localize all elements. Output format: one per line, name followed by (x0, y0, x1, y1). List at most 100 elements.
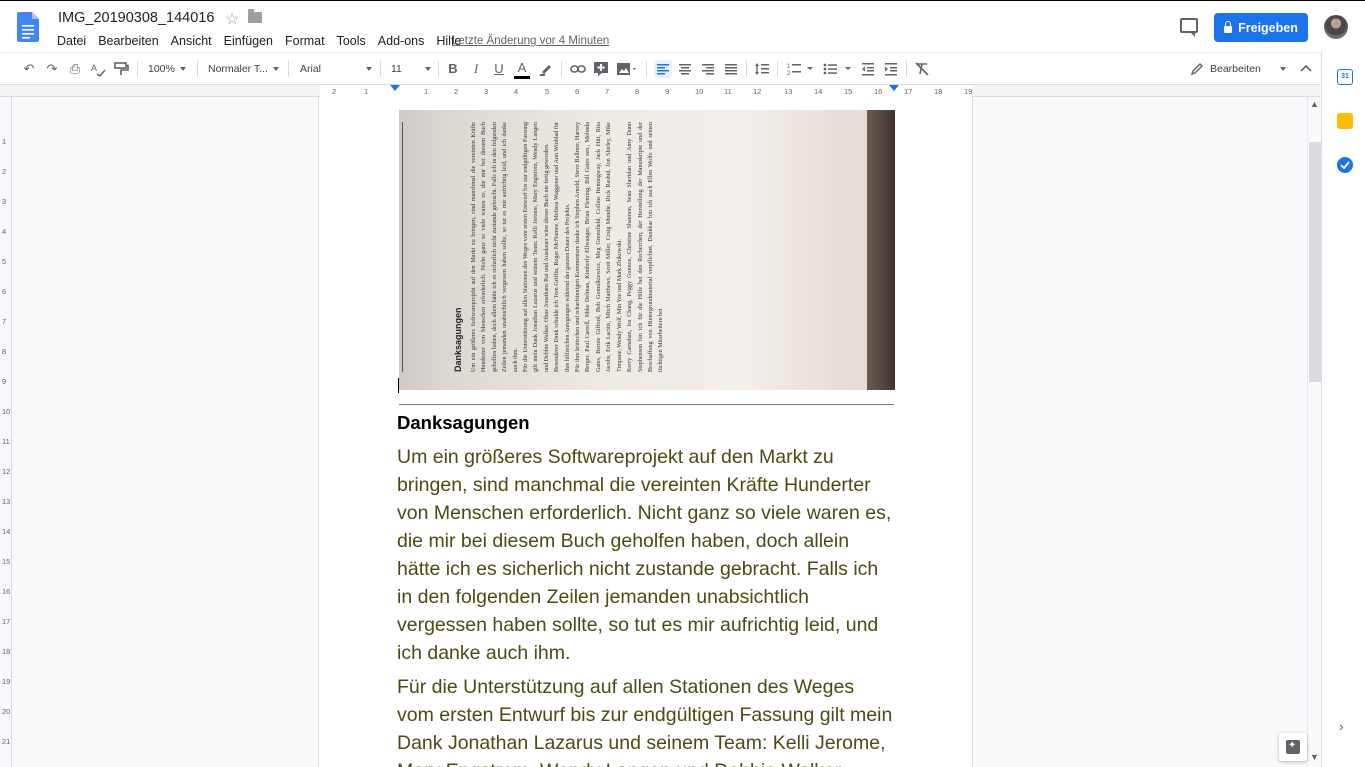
doc-paragraph[interactable]: Um ein größeres Softwareprojekt auf den … (397, 443, 895, 667)
ruler-tick: 10 (2, 407, 11, 416)
comment-icon[interactable] (1180, 18, 1198, 37)
menu-datei[interactable]: Datei (57, 34, 86, 48)
spellcheck-icon[interactable]: A (90, 61, 106, 77)
ruler-tick: 1 (2, 137, 7, 146)
menu-tools[interactable]: Tools (337, 34, 366, 48)
scanned-page-image[interactable]: Danksagungen Um ein größeres Softwarepro… (399, 110, 895, 390)
scan-paragraph: Für die Unterstützung auf allen Statione… (523, 122, 550, 372)
vertical-ruler[interactable]: 1 2 3 4 5 6 7 8 9 10 11 12 13 14 15 16 1… (0, 97, 12, 767)
chevron-down-icon (425, 67, 431, 71)
calendar-icon[interactable]: 31 (1337, 69, 1353, 85)
document-canvas: Danksagungen Um ein größeres Softwarepro… (12, 97, 1307, 767)
link-icon[interactable] (570, 61, 586, 77)
zoom-value: 100% (148, 63, 175, 75)
toolbar-divider (777, 61, 778, 77)
scrollbar-thumb[interactable] (1309, 142, 1321, 382)
bold-icon[interactable]: B (445, 61, 461, 77)
indent-marker[interactable] (390, 85, 400, 91)
ruler-tick: 7 (2, 317, 7, 326)
folder-icon[interactable] (248, 9, 262, 23)
ruler-tick: 18 (934, 87, 943, 96)
font-size-value: 11 (391, 63, 402, 75)
docs-icon[interactable] (17, 12, 39, 42)
ruler-tick: 6 (575, 87, 580, 96)
ruler-tick: 3 (484, 87, 489, 96)
chevron-up-icon[interactable] (1298, 61, 1314, 77)
line-spacing-icon[interactable] (754, 61, 770, 77)
toolbar-divider (438, 61, 439, 77)
decrease-indent-icon[interactable] (860, 61, 876, 77)
text-color-icon[interactable]: A (514, 61, 530, 79)
menu-ansicht[interactable]: Ansicht (171, 34, 212, 48)
ruler-tick: 14 (814, 87, 823, 96)
paint-format-icon[interactable] (113, 61, 129, 77)
ruler-tick: 17 (904, 87, 913, 96)
ruler-tick: 9 (665, 87, 670, 96)
add-comment-icon[interactable] (593, 61, 609, 77)
doc-body[interactable]: Um ein größeres Softwareprojekt auf den … (397, 443, 895, 767)
bulleted-list-icon[interactable] (822, 61, 852, 77)
document-title[interactable]: IMG_20190308_144016 (58, 10, 214, 26)
vertical-scrollbar[interactable]: ▲ ▼ (1307, 97, 1321, 767)
pencil-icon (1190, 63, 1203, 76)
numbered-list-icon[interactable]: 12 (786, 61, 816, 77)
share-button[interactable]: Freigeben (1214, 13, 1308, 42)
align-right-icon[interactable] (700, 61, 716, 77)
scan-border (402, 122, 403, 372)
mode-select[interactable]: Bearbeiten (1190, 53, 1286, 85)
scroll-down-icon[interactable]: ▼ (1310, 752, 1319, 762)
right-indent-marker[interactable] (889, 85, 899, 91)
avatar[interactable] (1324, 15, 1348, 39)
justify-icon[interactable] (723, 61, 739, 77)
scan-paragraph: Kerry Carnahan, Ira Chang, Peggy Gunnoe,… (627, 122, 665, 372)
ruler-tick: 17 (2, 617, 11, 626)
last-edit-link[interactable]: Letzte Änderung vor 4 Minuten (452, 35, 609, 47)
ruler-tick: 16 (874, 87, 883, 96)
print-icon[interactable]: ⎙ (67, 61, 83, 77)
font-select[interactable]: Arial (300, 53, 372, 85)
side-panel: 31 (1321, 52, 1365, 767)
clear-formatting-icon[interactable] (914, 61, 930, 77)
align-center-icon[interactable] (677, 61, 693, 77)
text-cursor (398, 378, 399, 393)
highlight-icon[interactable] (538, 61, 554, 77)
underline-icon[interactable]: U (491, 61, 507, 77)
document-page[interactable]: Danksagungen Um ein größeres Softwarepro… (318, 97, 973, 767)
horizontal-ruler[interactable]: 2 1 1 2 3 4 5 6 7 8 9 10 11 12 13 14 15 … (0, 85, 1320, 97)
menu-bearbeiten[interactable]: Bearbeiten (98, 34, 158, 48)
svg-text:A: A (91, 63, 97, 73)
scan-dark-edge (867, 110, 895, 390)
align-left-icon[interactable] (654, 60, 672, 78)
menu-format[interactable]: Format (285, 34, 325, 48)
menu-addons[interactable]: Add-ons (378, 34, 425, 48)
ruler-tick: 21 (2, 737, 11, 746)
zoom-select[interactable]: 100% (148, 53, 186, 85)
ruler-tick: 12 (753, 87, 762, 96)
increase-indent-icon[interactable] (883, 61, 899, 77)
doc-heading[interactable]: Danksagungen (397, 412, 530, 434)
ruler-tick: 14 (2, 527, 11, 536)
ruler-tick: 2 (332, 87, 337, 96)
tasks-icon[interactable] (1337, 157, 1353, 173)
ruler-tick: 1 (424, 87, 429, 96)
insert-image-icon[interactable] (616, 61, 640, 77)
ruler-tick: 11 (2, 437, 10, 446)
ruler-tick: 6 (2, 287, 7, 296)
scan-rotated-text: Danksagungen Um ein größeres Softwarepro… (453, 122, 667, 372)
ruler-tick: 7 (605, 87, 610, 96)
ruler-tick: 2 (2, 167, 7, 176)
doc-paragraph[interactable]: Für die Unterstützung auf allen Statione… (397, 673, 895, 767)
font-value: Arial (300, 63, 322, 75)
explore-icon[interactable] (1279, 733, 1307, 761)
chevron-right-icon[interactable]: › (1339, 718, 1344, 734)
redo-icon[interactable]: ↷ (44, 61, 60, 77)
style-select[interactable]: Normaler T... (208, 53, 279, 85)
undo-icon[interactable]: ↶ (21, 61, 37, 77)
scroll-up-icon[interactable]: ▲ (1310, 99, 1319, 109)
keep-icon[interactable] (1337, 113, 1353, 129)
menu-einfuegen[interactable]: Einfügen (224, 34, 273, 48)
star-icon[interactable]: ☆ (225, 9, 239, 29)
italic-icon[interactable]: I (468, 61, 484, 77)
ruler-tick: 12 (2, 467, 11, 476)
font-size-select[interactable]: 11 (391, 53, 431, 85)
